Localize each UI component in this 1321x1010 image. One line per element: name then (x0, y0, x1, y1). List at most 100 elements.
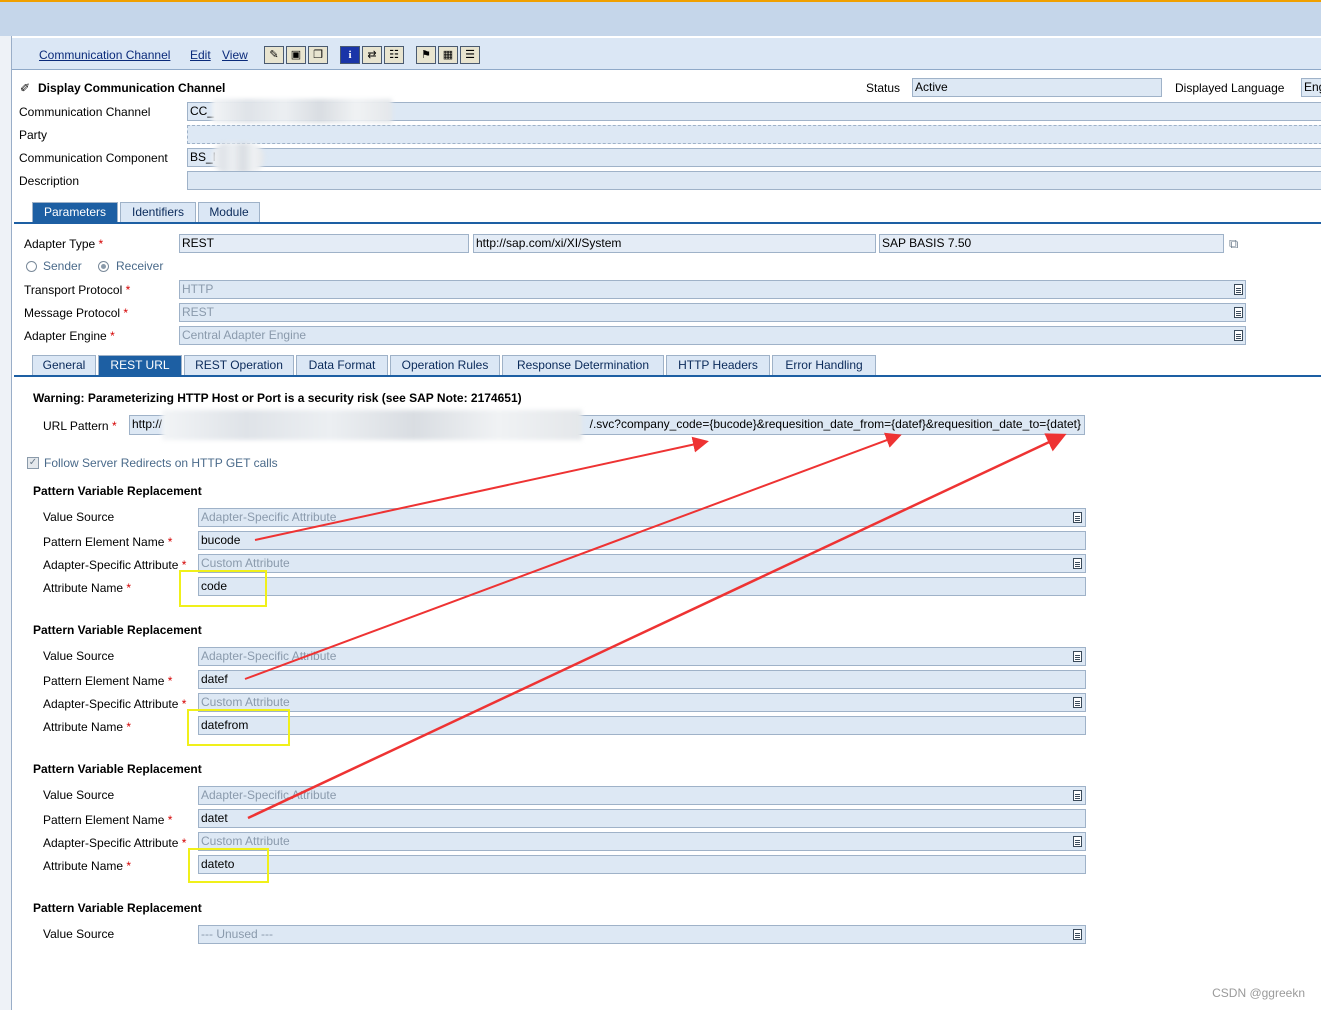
dropdown-icon[interactable] (1073, 512, 1082, 523)
dropdown-icon[interactable] (1073, 651, 1082, 662)
security-warning: Warning: Parameterizing HTTP Host or Por… (33, 391, 522, 405)
tab-error-handling[interactable]: Error Handling (772, 355, 876, 375)
window-top-bar (0, 0, 1321, 36)
url-pattern-suffix: /.svc?company_code={bucode}&requesition_… (589, 417, 1081, 431)
element-name-field[interactable]: bucode (198, 531, 1086, 550)
object-history-icon[interactable]: ☷ (384, 46, 404, 64)
element-name-label: Pattern Element Name * (43, 813, 173, 827)
specific-attribute-field: Custom Attribute (198, 693, 1086, 712)
adapter-engine-field: Central Adapter Engine (179, 326, 1246, 345)
left-navigation-edge[interactable] (0, 36, 12, 1010)
tab-http-headers[interactable]: HTTP Headers (666, 355, 770, 375)
highlight-box (187, 709, 290, 746)
specific-attribute-label: Adapter-Specific Attribute * (43, 836, 187, 850)
info-icon[interactable]: i (340, 46, 360, 64)
party-label: Party (19, 128, 48, 142)
follow-redirects-label: Follow Server Redirects on HTTP GET call… (44, 456, 278, 470)
value-source-field: --- Unused --- (198, 925, 1086, 944)
url-pattern-label: URL Pattern * (43, 419, 117, 433)
arrow-datet (247, 433, 1067, 820)
tab-operation-rules[interactable]: Operation Rules (390, 355, 500, 375)
highlight-box (188, 848, 269, 883)
element-name-field[interactable]: datef (198, 670, 1086, 689)
value-source-label: Value Source (43, 788, 115, 802)
dropdown-icon[interactable] (1234, 284, 1243, 295)
dropdown-icon[interactable] (1073, 697, 1082, 708)
attribute-name-label: Attribute Name * (43, 581, 132, 595)
attribute-name-label: Attribute Name * (43, 720, 132, 734)
document-icon[interactable]: ☰ (460, 46, 480, 64)
party-field (187, 125, 1321, 144)
value-source-field: Adapter-Specific Attribute (198, 786, 1086, 805)
menu-bar: Communication Channel Edit View ✎ ▣ ❐ i … (12, 38, 1321, 70)
test-icon[interactable]: ⚑ (416, 46, 436, 64)
tab-response-determination[interactable]: Response Determination (502, 355, 664, 375)
sender-radio[interactable] (26, 261, 37, 272)
value-source-label: Value Source (43, 510, 115, 524)
description-label: Description (19, 174, 80, 188)
language-field[interactable]: Eng (1301, 78, 1321, 97)
specific-attribute-label: Adapter-Specific Attribute * (43, 697, 187, 711)
tab-strip-line (14, 375, 1321, 377)
value-source-label: Value Source (43, 927, 115, 941)
menu-communication-channel[interactable]: Communication Channel (39, 48, 170, 62)
dropdown-icon[interactable] (1234, 307, 1243, 318)
replacement-section-title: Pattern Variable Replacement (33, 623, 202, 637)
dropdown-icon[interactable] (1234, 330, 1243, 341)
menu-view[interactable]: View (222, 48, 248, 62)
redacted-mask (162, 410, 582, 440)
tab-parameters[interactable]: Parameters (32, 202, 118, 222)
tab-general[interactable]: General (32, 355, 96, 375)
specific-attribute-label: Adapter-Specific Attribute * (43, 558, 187, 572)
menu-edit[interactable]: Edit (190, 48, 211, 62)
component-label: Communication Component (19, 151, 168, 165)
page-title: Display Communication Channel (38, 81, 226, 95)
highlight-box (179, 570, 267, 607)
specific-attribute-field: Custom Attribute (198, 832, 1086, 851)
copy-icon[interactable]: ⧉ (1229, 236, 1238, 252)
status-label: Status (866, 81, 901, 95)
message-protocol-label: Message Protocol * (24, 306, 129, 320)
tab-rest-url[interactable]: REST URL (98, 355, 182, 375)
tab-data-format[interactable]: Data Format (296, 355, 388, 375)
replacement-section-title: Pattern Variable Replacement (33, 901, 202, 915)
sender-label: Sender (43, 259, 82, 273)
attribute-name-label: Attribute Name * (43, 859, 132, 873)
replacement-section-title: Pattern Variable Replacement (33, 484, 202, 498)
where-used-icon[interactable]: ⇄ (362, 46, 382, 64)
element-name-label: Pattern Element Name * (43, 535, 173, 549)
receiver-label: Receiver (116, 259, 164, 273)
follow-redirects-checkbox[interactable]: ✓ (27, 457, 39, 469)
edit-pencil-icon[interactable]: ✎ (264, 46, 284, 64)
component-field: BS_I (187, 148, 1321, 167)
transport-protocol-label: Transport Protocol * (24, 283, 131, 297)
attribute-name-field[interactable]: dateto (198, 855, 1086, 874)
tab-module[interactable]: Module (198, 202, 260, 222)
url-pattern-prefix: http:// (132, 417, 163, 431)
replacement-section-title: Pattern Variable Replacement (33, 762, 202, 776)
specific-attribute-field: Custom Attribute (198, 554, 1086, 573)
receiver-radio[interactable] (98, 261, 109, 272)
adapter-type-field: REST (179, 234, 469, 253)
copy-icon[interactable]: ❐ (308, 46, 328, 64)
redacted-mask (212, 143, 264, 173)
element-name-field[interactable]: datet (198, 809, 1086, 828)
dropdown-icon[interactable] (1073, 790, 1082, 801)
dropdown-icon[interactable] (1073, 836, 1082, 847)
dropdown-icon[interactable] (1073, 558, 1082, 569)
adapter-engine-label: Adapter Engine * (24, 329, 115, 343)
status-field: Active (912, 78, 1162, 97)
value-source-field: Adapter-Specific Attribute (198, 508, 1086, 527)
attribute-name-field[interactable]: code (198, 577, 1086, 596)
tab-identifiers[interactable]: Identifiers (120, 202, 196, 222)
value-source-field: Adapter-Specific Attribute (198, 647, 1086, 666)
save-icon[interactable]: ▣ (286, 46, 306, 64)
tab-rest-operation[interactable]: REST Operation (184, 355, 294, 375)
attribute-name-field[interactable]: datefrom (198, 716, 1086, 735)
dropdown-icon[interactable] (1073, 929, 1082, 940)
channel-label: Communication Channel (19, 105, 151, 119)
element-name-label: Pattern Element Name * (43, 674, 173, 688)
watermark: CSDN @ggreekn (1212, 986, 1305, 1000)
value-source-label: Value Source (43, 649, 115, 663)
table-icon[interactable]: ▦ (438, 46, 458, 64)
